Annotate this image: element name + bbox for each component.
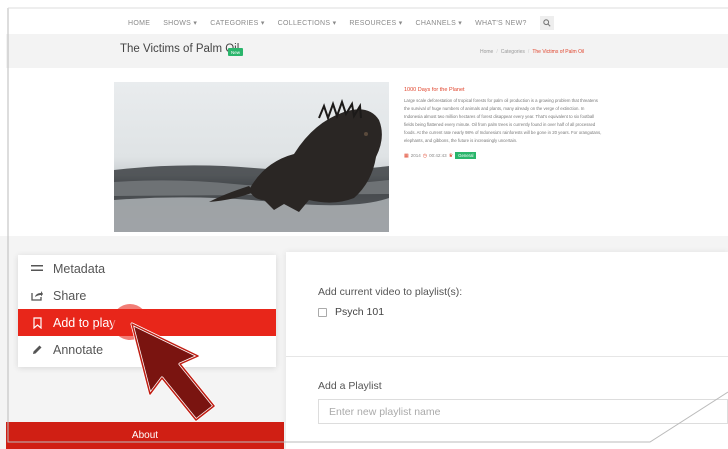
page-title: The Victims of Palm Oil [120, 43, 240, 55]
calendar-icon: ▦ [404, 152, 409, 159]
pencil-icon [30, 344, 44, 355]
playlist-option-psych-101[interactable]: Psych 101 [318, 306, 384, 318]
list-icon [30, 264, 44, 273]
menu-label-add-to-playlist: Add to play [53, 315, 116, 330]
video-year: 2014 [410, 153, 421, 159]
breadcrumb: Home / Categories / The Victims of Palm Oil [480, 49, 585, 55]
genre-icon: ♛ [448, 152, 454, 159]
menu-label-metadata: Metadata [53, 261, 106, 276]
video-thumbnail[interactable] [114, 82, 389, 232]
nav-shows[interactable]: SHOWS ▾ [163, 19, 197, 27]
description-body: Large scale deforestation of tropical fo… [404, 98, 602, 143]
share-icon [30, 290, 44, 301]
top-navbar: HOME SHOWS ▾ CATEGORIES ▾ COLLECTIONS ▾ … [6, 12, 728, 34]
playlist-checkbox[interactable] [318, 307, 327, 317]
menu-item-metadata[interactable]: Metadata [18, 255, 276, 282]
title-bar: The Victims of Palm Oil New Home / Categor… [6, 34, 728, 68]
menu-item-add-to-playlist[interactable]: Add to play [18, 309, 276, 336]
nav-whats-new[interactable]: WHAT'S NEW? [475, 20, 527, 27]
menu-item-share[interactable]: Share [18, 282, 276, 309]
description-title[interactable]: 1000 Days for the Planet [404, 87, 602, 93]
video-description: 1000 Days for the Planet Large scale def… [404, 87, 602, 160]
video-duration: 00:42:43 [429, 153, 447, 159]
breadcrumb-home[interactable]: Home [480, 49, 493, 55]
bookmark-icon [30, 316, 44, 329]
playlist-option-label: Psych 101 [335, 306, 385, 318]
playlist-panel: Add current video to playlist(s): Psych … [286, 252, 728, 449]
search-icon[interactable] [539, 16, 554, 30]
nav-home[interactable]: HOME [128, 20, 150, 27]
breadcrumb-current: The Victims of Palm Oil [532, 49, 585, 55]
add-playlist-label: Add a Playlist [318, 380, 382, 392]
menu-label-annotate: Annotate [53, 342, 104, 357]
new-playlist-input[interactable] [318, 399, 728, 424]
video-meta: ▦ 2014 ◷ 00:42:43 ♛ General [404, 152, 602, 160]
nav-categories[interactable]: CATEGORIES ▾ [210, 19, 264, 27]
new-badge: New [228, 48, 244, 56]
video-action-menu: Metadata Share Add to play Annotate [18, 255, 276, 367]
nav-collections[interactable]: COLLECTIONS ▾ [278, 19, 337, 27]
nav-channels[interactable]: CHANNELS ▾ [416, 19, 463, 27]
about-label: About [131, 430, 159, 441]
genre-badge[interactable]: General [455, 152, 477, 160]
menu-item-annotate[interactable]: Annotate [18, 336, 276, 363]
iguana-image [114, 98, 389, 232]
playlist-heading: Add current video to playlist(s): [318, 286, 463, 298]
nav-resources[interactable]: RESOURCES ▾ [349, 19, 402, 27]
menu-label-share: Share [53, 288, 87, 303]
panel-divider [286, 356, 728, 357]
clock-icon: ◷ [422, 152, 428, 159]
about-tab[interactable]: About [6, 422, 284, 449]
breadcrumb-categories[interactable]: Categories [501, 49, 525, 55]
